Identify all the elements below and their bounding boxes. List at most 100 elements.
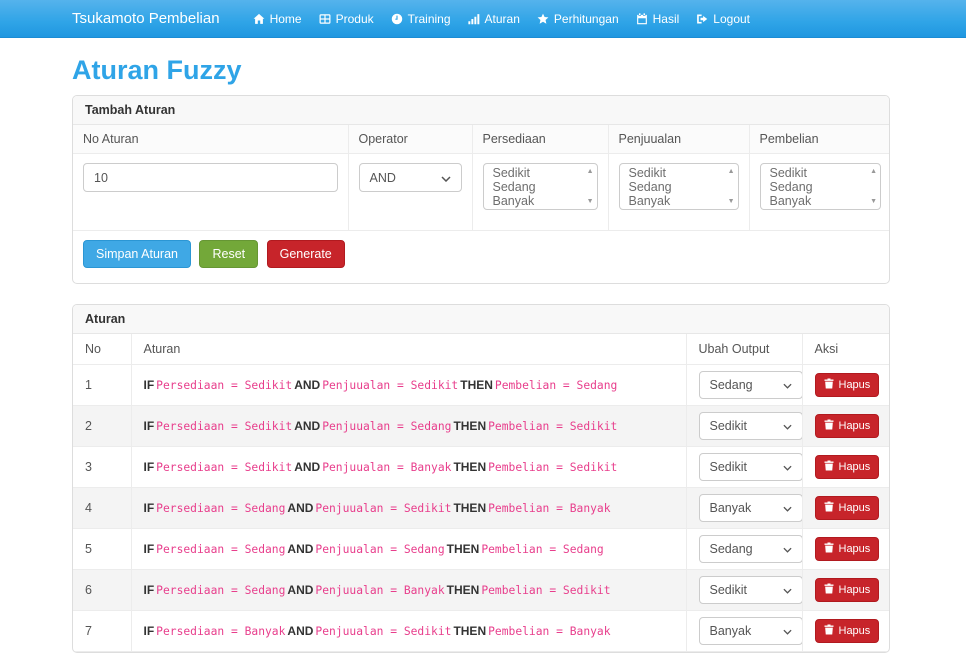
nav-item-training[interactable]: Training <box>391 12 451 26</box>
rule-result: Pembelian = Sedang <box>495 379 617 392</box>
rule-cond1: Persediaan = Sedang <box>156 584 285 597</box>
col-header-aturan: Aturan <box>131 334 686 365</box>
scroll-down-icon[interactable]: ▼ <box>587 198 594 205</box>
keyword-then: THEN <box>453 460 486 474</box>
col-header-persediaan: Persediaan <box>472 125 608 154</box>
listbox-option[interactable]: Banyak <box>629 194 722 208</box>
persediaan-listbox[interactable]: Sedikit Sedang Banyak ▲ ▼ <box>483 163 598 210</box>
scroll-up-icon[interactable]: ▲ <box>870 168 877 175</box>
keyword-then: THEN <box>453 624 486 638</box>
keyword-then: THEN <box>460 378 493 392</box>
keyword-and: AND <box>287 624 313 638</box>
pembelian-listbox[interactable]: Sedikit Sedang Banyak ▲ ▼ <box>760 163 882 210</box>
col-header-no: No <box>73 334 131 365</box>
keyword-then: THEN <box>453 501 486 515</box>
rule-result: Pembelian = Banyak <box>488 625 610 638</box>
keyword-and: AND <box>287 583 313 597</box>
scroll-up-icon[interactable]: ▲ <box>728 168 735 175</box>
listbox-option[interactable]: Sedang <box>493 180 581 194</box>
keyword-if: IF <box>144 460 155 474</box>
nav-item-produk[interactable]: Produk <box>319 12 374 26</box>
listbox-option[interactable]: Sedang <box>629 180 722 194</box>
aturan-card: Aturan No Aturan Ubah Output Aksi 1 IFPe… <box>72 304 890 653</box>
rule-cond2: Penjuualan = Sedikit <box>315 502 451 515</box>
listbox-option[interactable]: Banyak <box>770 194 865 208</box>
bar-chart-icon <box>468 13 480 25</box>
table-row: 4 IFPersediaan = SedangANDPenjuualan = S… <box>73 488 889 529</box>
rule-cond2: Penjuualan = Sedang <box>322 420 451 433</box>
listbox-option[interactable]: Banyak <box>493 194 581 208</box>
scroll-down-icon[interactable]: ▼ <box>870 198 877 205</box>
chevron-down-icon <box>783 542 792 556</box>
nav-item-aturan[interactable]: Aturan <box>468 12 520 26</box>
col-header-ubah-output: Ubah Output <box>686 334 802 365</box>
rule-number: 5 <box>73 529 131 570</box>
rule-number: 1 <box>73 365 131 406</box>
trash-icon <box>824 501 834 515</box>
rule-number: 2 <box>73 406 131 447</box>
hapus-button[interactable]: Hapus <box>815 414 880 438</box>
listbox-option[interactable]: Sedikit <box>629 166 722 180</box>
table-row: 1 IFPersediaan = SedikitANDPenjuualan = … <box>73 365 889 406</box>
chevron-down-icon <box>783 501 792 515</box>
rule-result: Pembelian = Banyak <box>488 502 610 515</box>
listbox-option[interactable]: Sedikit <box>493 166 581 180</box>
nav-item-hasil[interactable]: Hasil <box>636 12 680 26</box>
output-select[interactable]: Banyak <box>699 494 803 522</box>
home-icon <box>253 13 265 25</box>
brand[interactable]: Tsukamoto Pembelian <box>72 10 220 27</box>
rule-cond1: Persediaan = Sedikit <box>156 461 292 474</box>
output-select[interactable]: Sedang <box>699 535 803 563</box>
output-select[interactable]: Banyak <box>699 617 803 645</box>
simpan-aturan-button[interactable]: Simpan Aturan <box>83 240 191 268</box>
keyword-if: IF <box>144 378 155 392</box>
rule-cond1: Persediaan = Sedikit <box>156 420 292 433</box>
penjuualan-listbox[interactable]: Sedikit Sedang Banyak ▲ ▼ <box>619 163 739 210</box>
operator-select[interactable]: AND <box>359 163 462 192</box>
scroll-down-icon[interactable]: ▼ <box>728 198 735 205</box>
trash-icon <box>824 624 834 638</box>
hapus-button[interactable]: Hapus <box>815 455 880 479</box>
no-aturan-input[interactable] <box>83 163 338 192</box>
chevron-down-icon <box>783 378 792 392</box>
nav-item-home[interactable]: Home <box>253 12 302 26</box>
keyword-and: AND <box>287 542 313 556</box>
keyword-if: IF <box>144 624 155 638</box>
nav-item-logout[interactable]: Logout <box>696 12 750 26</box>
listbox-option[interactable]: Sedikit <box>770 166 865 180</box>
table-row: 3 IFPersediaan = SedikitANDPenjuualan = … <box>73 447 889 488</box>
output-select[interactable]: Sedikit <box>699 576 803 604</box>
output-select[interactable]: Sedikit <box>699 453 803 481</box>
keyword-then: THEN <box>453 419 486 433</box>
nav-item-perhitungan[interactable]: Perhitungan <box>537 12 619 26</box>
output-select[interactable]: Sedang <box>699 371 803 399</box>
hapus-button[interactable]: Hapus <box>815 578 880 602</box>
keyword-then: THEN <box>447 583 480 597</box>
keyword-and: AND <box>287 501 313 515</box>
keyword-if: IF <box>144 583 155 597</box>
col-header-aksi: Aksi <box>802 334 889 365</box>
hapus-button[interactable]: Hapus <box>815 537 880 561</box>
generate-button[interactable]: Generate <box>267 240 345 268</box>
chevron-down-icon <box>783 419 792 433</box>
col-header-pembelian: Pembelian <box>749 125 890 154</box>
keyword-if: IF <box>144 419 155 433</box>
rule-cond1: Persediaan = Sedikit <box>156 379 292 392</box>
hapus-button[interactable]: Hapus <box>815 496 880 520</box>
listbox-option[interactable]: Sedang <box>770 180 865 194</box>
reset-button[interactable]: Reset <box>199 240 258 268</box>
col-header-operator: Operator <box>348 125 472 154</box>
output-select[interactable]: Sedikit <box>699 412 803 440</box>
table-icon <box>319 13 331 25</box>
calendar-icon <box>636 13 648 25</box>
keyword-and: AND <box>294 419 320 433</box>
chevron-down-icon <box>783 460 792 474</box>
logout-icon <box>696 13 708 25</box>
rule-number: 3 <box>73 447 131 488</box>
hapus-button[interactable]: Hapus <box>815 373 880 397</box>
hapus-button[interactable]: Hapus <box>815 619 880 643</box>
trash-icon <box>824 583 834 597</box>
chevron-down-icon <box>783 583 792 597</box>
rule-cond2: Penjuualan = Sedang <box>315 543 444 556</box>
scroll-up-icon[interactable]: ▲ <box>587 168 594 175</box>
